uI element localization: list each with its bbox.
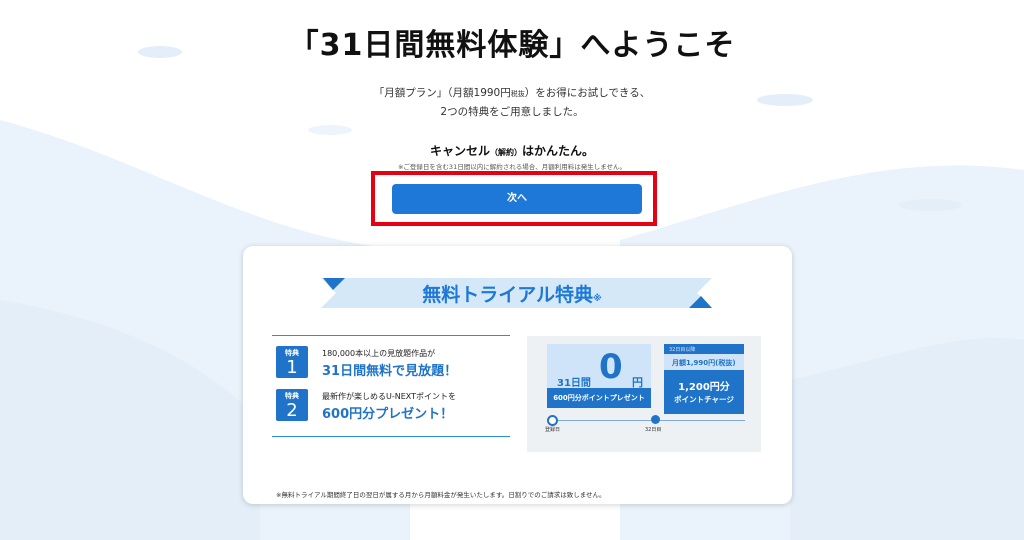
benefits-list: 特典 1 180,000本以上の見放題作品が 31日間無料で見放題！ 特典 2 … [272,335,510,437]
present-points-label: 600円分ポイントプレゼント [547,388,651,408]
cancel-b: はかんたん。 [522,144,595,158]
monthly-fee: 月額1,990円(税抜) [672,359,736,367]
benefit1-badge: 特典 1 [276,346,308,378]
next-button[interactable]: 次へ [392,184,642,214]
benefit2-badge-num: 2 [286,400,298,421]
intro-text: 「月額プラン」（月額1990円税抜）をお得にお試しできる、 2つの特典をご用意し… [0,84,1024,121]
cancel-note: ※ご登録日を含む31日間以内に解約される場合、月額利用料は発生しません。 [397,163,627,171]
ribbon-mark: ※ [593,294,602,304]
zero-amount: 0 [599,347,623,387]
timeline-day32-dot [651,415,660,424]
points-charge: ポイントチャージ [674,395,734,404]
intro-line2: 2つの特典をご用意しました。 [440,106,584,118]
intro-tax-label: 税抜 [510,90,525,98]
after-trial-label: 32日目以降 [669,347,696,353]
footnote: ※無料トライアル期間終了日の翌日が属する月から月額料金が発生いたします。日割りで… [276,491,606,499]
benefit1-badge-num: 1 [286,357,298,378]
page-title: 「31日間無料体験」へようこそ [288,28,736,63]
benefit2-line2: 600円分プレゼント！ [322,407,454,422]
monthly-box: 32日目以降 月額1,990円(税抜) 1,200円分 ポイントチャージ [664,344,744,414]
intro-line1-a: 「月額プラン」（月額1990円 [373,87,511,99]
ribbon-title: 無料トライアル特典※ [0,280,1024,307]
points-amount: 1,200円分 [678,382,730,393]
period-label: 31日間 [557,378,591,389]
cancel-heading: キャンセル（解約）はかんたん。 [0,142,1024,159]
benefit1-line1: 180,000本以上の見放題作品が [322,349,436,358]
intro-line1-b: ）をお得にお試しできる、 [524,87,651,99]
benefit2-line1: 最新作が楽しめるU-NEXTポイントを [322,392,457,401]
timeline-line [547,420,745,421]
ribbon-title-text: 無料トライアル特典 [422,284,594,306]
timeline-start-dot [547,415,558,426]
benefit1-line2: 31日間無料で見放題！ [322,364,458,379]
timeline-start-label: 登録日 [545,427,561,433]
benefit2-badge: 特典 2 [276,389,308,421]
cancel-paren: （解約） [490,148,522,157]
cancel-a: キャンセル [429,144,490,158]
timeline-day32-label: 32日目 [645,427,662,433]
trial-diagram: 31日間 0 円 600円分ポイントプレゼント 32日目以降 月額1,990円(… [527,336,761,452]
